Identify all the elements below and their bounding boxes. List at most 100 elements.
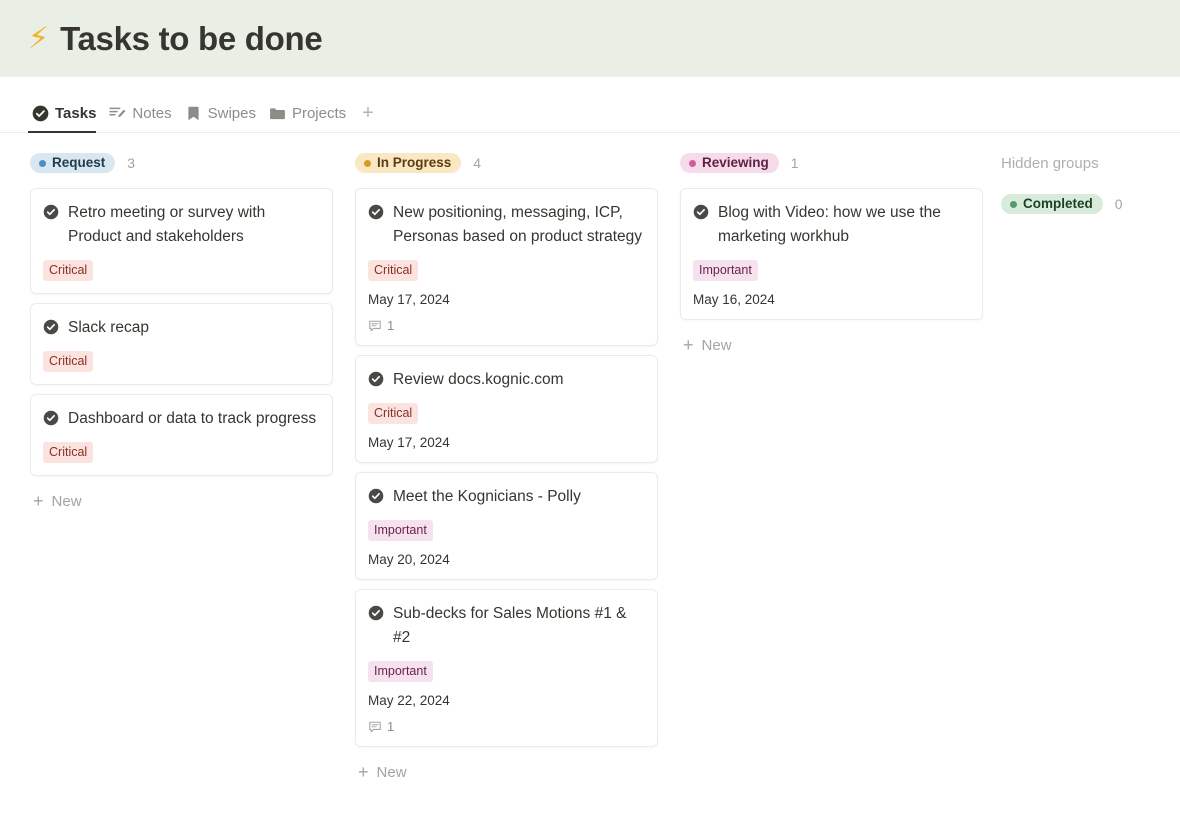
- task-check-circle-icon[interactable]: [368, 605, 384, 621]
- tab-projects[interactable]: Projects: [265, 77, 355, 132]
- task-due-date: May 16, 2024: [693, 292, 775, 307]
- task-check-circle-icon[interactable]: [43, 319, 59, 335]
- task-card[interactable]: Meet the Kognicians - Polly Important May …: [355, 472, 658, 580]
- add-new-card-button[interactable]: + New: [680, 329, 983, 362]
- kanban-board: Request 3 Retro meeting or survey with Pro…: [0, 133, 1180, 819]
- comment-count-row: 1: [368, 318, 644, 333]
- bookmark-icon: [185, 105, 202, 122]
- task-title: Review docs.kognic.com: [393, 371, 564, 388]
- hidden-group-header[interactable]: Completed 0: [1001, 192, 1123, 216]
- task-title: Meet the Kognicians - Polly: [393, 488, 581, 505]
- board-column-request: Request 3 Retro meeting or survey with Pro…: [0, 151, 333, 819]
- column-name: In Progress: [377, 155, 452, 171]
- comment-count: 1: [387, 318, 395, 333]
- comment-icon: [368, 720, 382, 734]
- folder-icon: [269, 105, 286, 122]
- check-circle-icon: [32, 105, 49, 122]
- comment-count-row: 1: [368, 719, 644, 734]
- column-name: Request: [52, 155, 106, 171]
- task-card[interactable]: Sub-decks for Sales Motions #1 & #2 Impor…: [355, 589, 658, 747]
- notes-pencil-icon: [109, 105, 126, 122]
- priority-tag: Critical: [368, 403, 419, 424]
- tab-label: Notes: [132, 105, 172, 122]
- task-check-circle-icon[interactable]: [43, 204, 59, 220]
- hidden-groups-column: Hidden groups Completed 0: [975, 151, 1123, 819]
- task-title: Dashboard or data to track progress: [68, 410, 317, 427]
- priority-tag: Critical: [43, 442, 94, 463]
- hidden-groups-label: Hidden groups: [1001, 154, 1099, 172]
- task-card[interactable]: Review docs.kognic.com Critical May 17, 20…: [355, 355, 658, 463]
- task-due-date: May 22, 2024: [368, 693, 450, 708]
- status-dot-icon: [1010, 200, 1017, 208]
- priority-tag: Critical: [43, 260, 94, 281]
- status-dot-icon: [39, 159, 46, 167]
- task-title: New positioning, messaging, ICP, Persona…: [393, 204, 643, 245]
- hidden-group-count: 0: [1114, 196, 1123, 212]
- board-column-in-progress: In Progress 4 New positioning, messaging, …: [325, 151, 658, 819]
- new-label: New: [701, 337, 732, 354]
- tab-tasks[interactable]: Tasks: [28, 77, 105, 133]
- task-check-circle-icon[interactable]: [43, 410, 59, 426]
- card-title-row: Meet the Kognicians - Polly: [368, 485, 644, 509]
- add-new-card-button[interactable]: + New: [355, 756, 658, 789]
- plus-icon: +: [683, 335, 694, 355]
- card-title-row: Dashboard or data to track progress: [43, 407, 319, 431]
- column-header[interactable]: Request 3: [30, 151, 325, 175]
- add-new-card-button[interactable]: + New: [30, 485, 333, 518]
- column-count: 1: [790, 155, 799, 171]
- comment-icon: [368, 319, 382, 333]
- column-count: 4: [473, 155, 482, 171]
- view-tab-bar: Tasks Notes Swipes Projects +: [0, 77, 1180, 133]
- card-title-row: Sub-decks for Sales Motions #1 & #2: [368, 602, 644, 650]
- column-status-pill[interactable]: Reviewing: [680, 153, 779, 173]
- column-name: Reviewing: [702, 155, 769, 171]
- task-card[interactable]: Blog with Video: how we use the marketin…: [680, 188, 983, 320]
- hidden-group-name: Completed: [1023, 196, 1093, 212]
- task-card[interactable]: Dashboard or data to track progress Criti…: [30, 394, 333, 476]
- task-due-date: May 17, 2024: [368, 435, 450, 450]
- task-due-date: May 20, 2024: [368, 552, 450, 567]
- task-check-circle-icon[interactable]: [368, 371, 384, 387]
- status-dot-icon: [364, 159, 371, 167]
- column-status-pill[interactable]: Request: [30, 153, 116, 173]
- page-title: Tasks to be done: [60, 19, 323, 57]
- priority-tag: Critical: [368, 260, 419, 281]
- column-header[interactable]: Reviewing 1: [680, 151, 975, 175]
- priority-tag: Important: [368, 661, 433, 682]
- lightning-bolt-icon: ⚡: [28, 21, 50, 55]
- add-tab-button[interactable]: +: [355, 103, 374, 132]
- task-check-circle-icon[interactable]: [368, 488, 384, 504]
- card-title-row: Review docs.kognic.com: [368, 368, 644, 392]
- column-count: 3: [127, 155, 136, 171]
- priority-tag: Critical: [43, 351, 94, 372]
- tab-label: Tasks: [55, 105, 97, 122]
- tab-swipes[interactable]: Swipes: [181, 77, 265, 132]
- board-column-reviewing: Reviewing 1 Blog with Video: how we use th…: [650, 151, 983, 819]
- column-status-pill[interactable]: In Progress: [355, 153, 462, 173]
- hidden-group-pill[interactable]: Completed: [1001, 194, 1103, 214]
- tab-label: Projects: [291, 105, 347, 122]
- column-header[interactable]: In Progress 4: [355, 151, 650, 175]
- priority-tag: Important: [693, 260, 758, 281]
- task-title: Slack recap: [68, 319, 149, 336]
- task-due-date: May 17, 2024: [368, 292, 450, 307]
- card-title-row: Slack recap: [43, 316, 319, 340]
- card-title-row: Blog with Video: how we use the marketin…: [693, 201, 969, 249]
- priority-tag: Important: [368, 520, 433, 541]
- card-title-row: New positioning, messaging, ICP, Persona…: [368, 201, 644, 249]
- task-title: Retro meeting or survey with Product and…: [68, 204, 266, 245]
- task-check-circle-icon[interactable]: [693, 204, 709, 220]
- plus-icon: +: [358, 762, 369, 782]
- task-title: Blog with Video: how we use the marketin…: [718, 204, 941, 245]
- task-card[interactable]: Slack recap Critical: [30, 303, 333, 385]
- task-card[interactable]: New positioning, messaging, ICP, Persona…: [355, 188, 658, 346]
- plus-icon: +: [33, 491, 44, 511]
- page-header: ⚡ Tasks to be done: [0, 0, 1180, 77]
- tab-notes[interactable]: Notes: [105, 77, 180, 132]
- comment-count: 1: [387, 719, 395, 734]
- status-dot-icon: [689, 159, 696, 167]
- task-card[interactable]: Retro meeting or survey with Product and…: [30, 188, 333, 294]
- task-title: Sub-decks for Sales Motions #1 & #2: [393, 605, 627, 646]
- task-check-circle-icon[interactable]: [368, 204, 384, 220]
- card-title-row: Retro meeting or survey with Product and…: [43, 201, 319, 249]
